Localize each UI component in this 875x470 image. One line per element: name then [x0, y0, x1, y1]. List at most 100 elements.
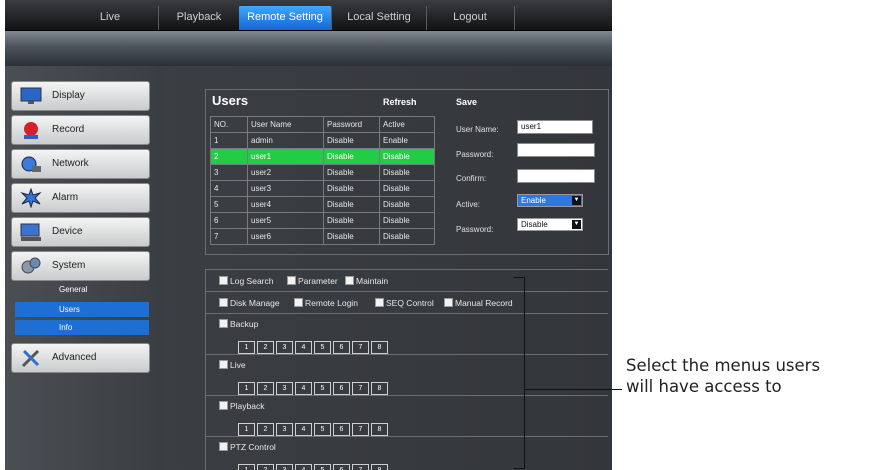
perm-log-search[interactable]: Log Search: [219, 276, 273, 286]
sidebar-subitem-general[interactable]: General: [15, 282, 149, 297]
sidebar-subitem-users[interactable]: Users: [15, 302, 149, 317]
channel-button[interactable]: 1: [238, 341, 255, 354]
perm-seq-control[interactable]: SEQ Control: [375, 298, 434, 308]
perm-ptz-control[interactable]: PTZ Control: [219, 442, 276, 452]
perm-backup[interactable]: Backup: [219, 319, 258, 329]
channel-button[interactable]: 2: [257, 423, 274, 436]
checkbox-icon: [287, 276, 296, 285]
perm-playback[interactable]: Playback: [219, 401, 265, 411]
table-row[interactable]: 1 admin Disable Enable: [210, 132, 435, 149]
confirm-label: Confirm:: [456, 174, 487, 183]
channel-button[interactable]: 2: [257, 341, 274, 354]
network-icon: [21, 156, 41, 172]
confirm-password-field[interactable]: [517, 169, 595, 183]
channel-button[interactable]: 3: [276, 464, 293, 470]
channel-button[interactable]: 5: [314, 464, 331, 470]
channel-button[interactable]: 6: [333, 341, 350, 354]
refresh-button[interactable]: Refresh: [383, 97, 417, 107]
tab-live[interactable]: Live: [62, 6, 159, 30]
table-row[interactable]: 4 user3 Disable Disable: [210, 180, 435, 197]
cell-no: 3: [210, 164, 248, 181]
save-button[interactable]: Save: [456, 97, 477, 107]
top-navigation: Live Playback Remote Setting Local Setti…: [5, 0, 612, 31]
active-select[interactable]: Enable ▼: [517, 194, 583, 207]
channel-button[interactable]: 8: [371, 464, 388, 470]
cell-active: Disable: [379, 180, 435, 197]
tab-playback[interactable]: Playback: [159, 6, 240, 30]
username-field[interactable]: user1: [517, 120, 593, 134]
sidebar-item-record[interactable]: Record: [11, 115, 150, 145]
sidebar-item-display[interactable]: Display: [11, 81, 150, 111]
sidebar-item-label: Record: [52, 124, 85, 135]
perm-manual-record[interactable]: Manual Record: [444, 298, 513, 308]
column-header: NO.: [210, 116, 248, 133]
cell-username: user1: [247, 148, 324, 165]
channel-button[interactable]: 3: [276, 382, 293, 395]
checkbox-icon: [219, 276, 228, 285]
channel-button[interactable]: 4: [295, 382, 312, 395]
callout-text: Select the menus users will have access …: [626, 355, 875, 397]
sidebar-item-label: Network: [52, 158, 89, 169]
alarm-icon: [20, 188, 42, 208]
perm-live[interactable]: Live: [219, 360, 246, 370]
channel-button[interactable]: 7: [352, 341, 369, 354]
sidebar-item-device[interactable]: Device: [11, 217, 150, 247]
channel-button[interactable]: 3: [276, 423, 293, 436]
checkbox-icon: [444, 298, 453, 307]
password-enable-select[interactable]: Disable ▼: [517, 218, 583, 231]
channel-button[interactable]: 3: [276, 341, 293, 354]
channel-button[interactable]: 5: [314, 423, 331, 436]
cell-no: 4: [210, 180, 248, 197]
cell-password: Disable: [323, 164, 380, 181]
callout-leader-line: [524, 389, 622, 390]
channel-button[interactable]: 4: [295, 341, 312, 354]
table-row-selected[interactable]: 2 user1 Disable Disable: [210, 148, 435, 165]
channel-button[interactable]: 8: [371, 423, 388, 436]
channel-button[interactable]: 1: [238, 464, 255, 470]
channel-button[interactable]: 5: [314, 341, 331, 354]
checkbox-icon: [219, 360, 228, 369]
record-icon: [24, 122, 38, 139]
channel-button[interactable]: 4: [295, 464, 312, 470]
perm-maintain[interactable]: Maintain: [345, 276, 388, 286]
table-row[interactable]: 7 user6 Disable Disable: [210, 228, 435, 245]
sidebar-item-network[interactable]: Network: [11, 149, 150, 179]
perm-disk-manage[interactable]: Disk Manage: [219, 298, 280, 308]
table-row[interactable]: 3 user2 Disable Disable: [210, 164, 435, 181]
tab-logout[interactable]: Logout: [426, 6, 515, 30]
channel-button[interactable]: 6: [333, 382, 350, 395]
channel-button[interactable]: 7: [352, 464, 369, 470]
channel-button[interactable]: 1: [238, 382, 255, 395]
channel-button[interactable]: 8: [371, 382, 388, 395]
sidebar-subitem-info[interactable]: Info: [15, 320, 149, 335]
table-row[interactable]: 6 user5 Disable Disable: [210, 212, 435, 229]
sidebar-item-alarm[interactable]: Alarm: [11, 183, 150, 213]
tools-icon: [21, 349, 40, 368]
perm-parameter[interactable]: Parameter: [287, 276, 338, 286]
column-header: Password: [323, 116, 380, 133]
device-icon: [20, 223, 41, 241]
sidebar-item-advanced[interactable]: Advanced: [11, 343, 150, 373]
channel-button[interactable]: 1: [238, 423, 255, 436]
channel-button[interactable]: 7: [352, 382, 369, 395]
cell-no: 6: [210, 212, 248, 229]
cell-active: Disable: [379, 228, 435, 245]
channel-button[interactable]: 2: [257, 382, 274, 395]
checkbox-icon: [219, 401, 228, 410]
channel-button[interactable]: 4: [295, 423, 312, 436]
sidebar-item-system[interactable]: System: [11, 251, 150, 281]
channel-button[interactable]: 7: [352, 423, 369, 436]
channel-button[interactable]: 5: [314, 382, 331, 395]
cell-active: Disable: [379, 212, 435, 229]
channel-button[interactable]: 6: [333, 423, 350, 436]
cell-no: 2: [210, 148, 248, 165]
channel-button[interactable]: 6: [333, 464, 350, 470]
channel-button[interactable]: 2: [257, 464, 274, 470]
password-field[interactable]: [517, 143, 595, 157]
tab-remote-setting[interactable]: Remote Setting: [239, 6, 332, 30]
table-row[interactable]: 5 user4 Disable Disable: [210, 196, 435, 213]
channel-selector: 12345678: [238, 336, 390, 354]
tab-local-setting[interactable]: Local Setting: [332, 6, 427, 30]
perm-remote-login[interactable]: Remote Login: [294, 298, 358, 308]
channel-button[interactable]: 8: [371, 341, 388, 354]
